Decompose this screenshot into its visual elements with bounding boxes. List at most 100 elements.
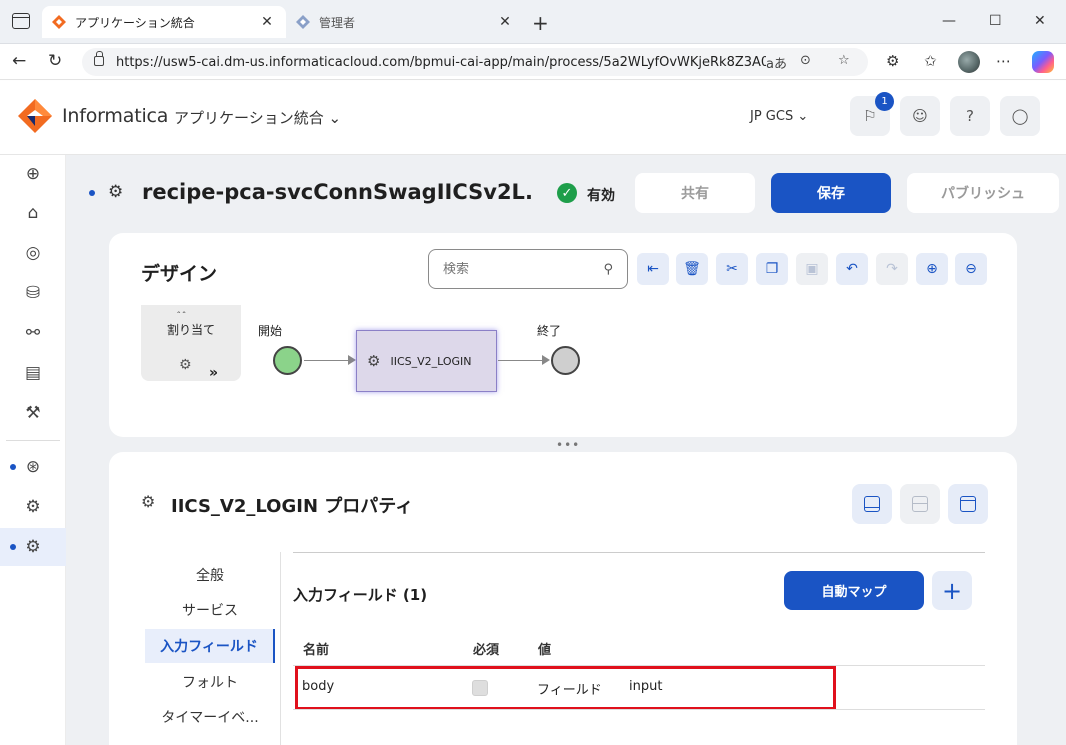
tab-administrator[interactable]: 管理者 ✕ <box>286 6 524 38</box>
product-switcher[interactable]: アプリケーション統合 ⌄ <box>174 107 341 128</box>
zoom-in-button[interactable]: ⊕ <box>916 253 948 285</box>
status-label: 有効 <box>587 188 615 204</box>
save-button[interactable]: 保存 <box>771 173 891 213</box>
org-switcher[interactable]: JP GCS ⌄ <box>750 109 808 124</box>
properties-tabs: 全般 サービス 入力フィールド フォルト タイマーイベ... <box>109 552 281 745</box>
window-menu-icon[interactable] <box>12 13 30 29</box>
properties-title: IICS_V2_LOGIN プロパティ <box>171 496 414 517</box>
tab-application-integration[interactable]: アプリケーション統合 ✕ <box>42 6 286 38</box>
home-icon: ⌂ <box>27 203 39 223</box>
connector-arrow <box>542 355 550 365</box>
field-value-type[interactable]: フィールド <box>537 679 602 698</box>
chevron-down-icon: ⌄ <box>328 109 342 127</box>
undo-button[interactable]: ↶ <box>836 253 868 285</box>
connector-line <box>304 360 349 361</box>
publish-button[interactable]: パブリッシュ <box>907 173 1059 213</box>
nav-bundles[interactable]: ▤ <box>0 354 66 392</box>
maximize-icon[interactable]: ☐ <box>989 13 1002 29</box>
refresh-icon[interactable]: ↻ <box>48 51 62 71</box>
palette-label: 割り当て <box>166 323 215 337</box>
tab-service[interactable]: サービス <box>145 593 275 627</box>
read-aloud-icon[interactable]: aあ <box>766 53 787 72</box>
tab-input-fields[interactable]: 入力フィールド <box>145 629 275 663</box>
align-left-button[interactable]: ⇤ <box>637 253 669 285</box>
address-bar: ← ↻ https://usw5-cai.dm-us.informaticacl… <box>0 44 1066 80</box>
open-indicator-dot <box>10 544 16 550</box>
nav-monitor[interactable]: ⛁ <box>0 274 66 312</box>
tab-timer-events[interactable]: タイマーイベ... <box>145 700 275 734</box>
help-icon: ? <box>966 107 974 125</box>
add-field-button[interactable]: + <box>932 571 972 610</box>
profile-avatar[interactable] <box>958 51 980 73</box>
user-profile-button[interactable]: ☺ <box>900 96 940 136</box>
align-left-icon: ⇤ <box>647 261 659 277</box>
dock-bottom-button[interactable] <box>852 484 892 524</box>
plus-icon: + <box>941 576 963 605</box>
minimize-icon[interactable]: — <box>942 13 956 29</box>
dock-top-icon <box>960 496 976 512</box>
service-gears-icon: ⚙ <box>179 357 192 373</box>
extensions-icon[interactable]: ⚙ <box>886 52 899 70</box>
lock-icon <box>94 51 104 66</box>
tab-fault[interactable]: フォルト <box>145 665 275 699</box>
dock-split-button[interactable] <box>900 484 940 524</box>
org-name: JP GCS <box>750 109 794 124</box>
paste-button[interactable]: ▣ <box>796 253 828 285</box>
panel-resize-handle[interactable]: ••• <box>556 438 580 452</box>
side-navigation: ⊕ ⌂ ◎ ⛁ ⚯ ▤ ⚒ ⊛ ⚙ ⚙ <box>0 155 66 745</box>
close-tab-icon[interactable]: ✕ <box>496 14 514 30</box>
nav-explore[interactable]: ◎ <box>0 234 66 272</box>
auto-map-button[interactable]: 自動マップ <box>784 571 924 610</box>
nav-settings[interactable]: ⚒ <box>0 394 66 432</box>
dock-top-button[interactable] <box>948 484 988 524</box>
dock-split-icon <box>912 496 928 512</box>
end-node[interactable] <box>551 346 580 375</box>
copilot-icon[interactable] <box>1032 51 1054 73</box>
url-field[interactable]: https://usw5-cai.dm-us.informaticacloud.… <box>82 48 868 76</box>
back-icon[interactable]: ← <box>12 51 26 71</box>
nav-open-item-1[interactable]: ⊛ <box>0 448 66 486</box>
process-gears-icon: ⚙ <box>108 182 124 202</box>
search-box[interactable]: ⚲ <box>428 249 628 289</box>
compass-icon: ◎ <box>25 243 41 263</box>
help-button[interactable]: ? <box>950 96 990 136</box>
redo-button[interactable]: ↷ <box>876 253 908 285</box>
start-node[interactable] <box>273 346 302 375</box>
required-checkbox[interactable] <box>472 680 488 696</box>
unsaved-indicator-dot <box>89 190 95 196</box>
favorites-icon[interactable]: ✩ <box>924 52 937 70</box>
section-divider <box>293 552 985 553</box>
wrench-icon: ⚒ <box>25 403 41 423</box>
zoom-out-button[interactable]: ⊖ <box>955 253 987 285</box>
share-button[interactable]: 共有 <box>635 173 755 213</box>
close-tab-icon[interactable]: ✕ <box>258 14 276 30</box>
expand-palette-icon[interactable]: » <box>209 365 218 381</box>
nav-home[interactable]: ⌂ <box>0 194 66 232</box>
service-node[interactable]: ⚙ IICS_V2_LOGIN <box>356 330 497 392</box>
user-icon: ☺ <box>912 107 928 125</box>
browser-menu-icon[interactable]: ⋯ <box>996 52 1011 70</box>
target-gear-icon: ⊛ <box>25 457 41 477</box>
new-button[interactable]: ⊕ <box>0 155 66 193</box>
process-gear-icon: ⚙ <box>25 497 41 517</box>
cut-button[interactable]: ✂ <box>716 253 748 285</box>
search-icon: ⚲ <box>603 261 613 277</box>
nav-open-item-3[interactable]: ⚙ <box>0 528 66 566</box>
service-gears-icon: ⚙ <box>367 352 381 370</box>
nav-connections[interactable]: ⚯ <box>0 314 66 352</box>
chat-button[interactable]: ◯ <box>1000 96 1040 136</box>
nav-open-item-2[interactable]: ⚙ <box>0 488 66 526</box>
copy-button[interactable]: ❐ <box>756 253 788 285</box>
field-value[interactable]: input <box>629 679 662 694</box>
close-window-icon[interactable]: ✕ <box>1034 13 1046 29</box>
more-options-icon[interactable]: ⊙ <box>800 53 811 68</box>
zoom-in-icon: ⊕ <box>926 261 938 277</box>
delete-button[interactable]: 🗑 <box>676 253 708 285</box>
field-name: body <box>302 679 335 694</box>
favorite-star-icon[interactable]: ☆ <box>838 53 850 68</box>
search-input[interactable] <box>443 261 593 277</box>
brand-name: Informatica <box>62 105 169 127</box>
tab-general[interactable]: 全般 <box>145 558 275 592</box>
step-palette[interactable]: ꞈꞈ 割り当て ⚙ » <box>141 303 241 381</box>
new-tab-icon[interactable]: + <box>532 11 549 35</box>
